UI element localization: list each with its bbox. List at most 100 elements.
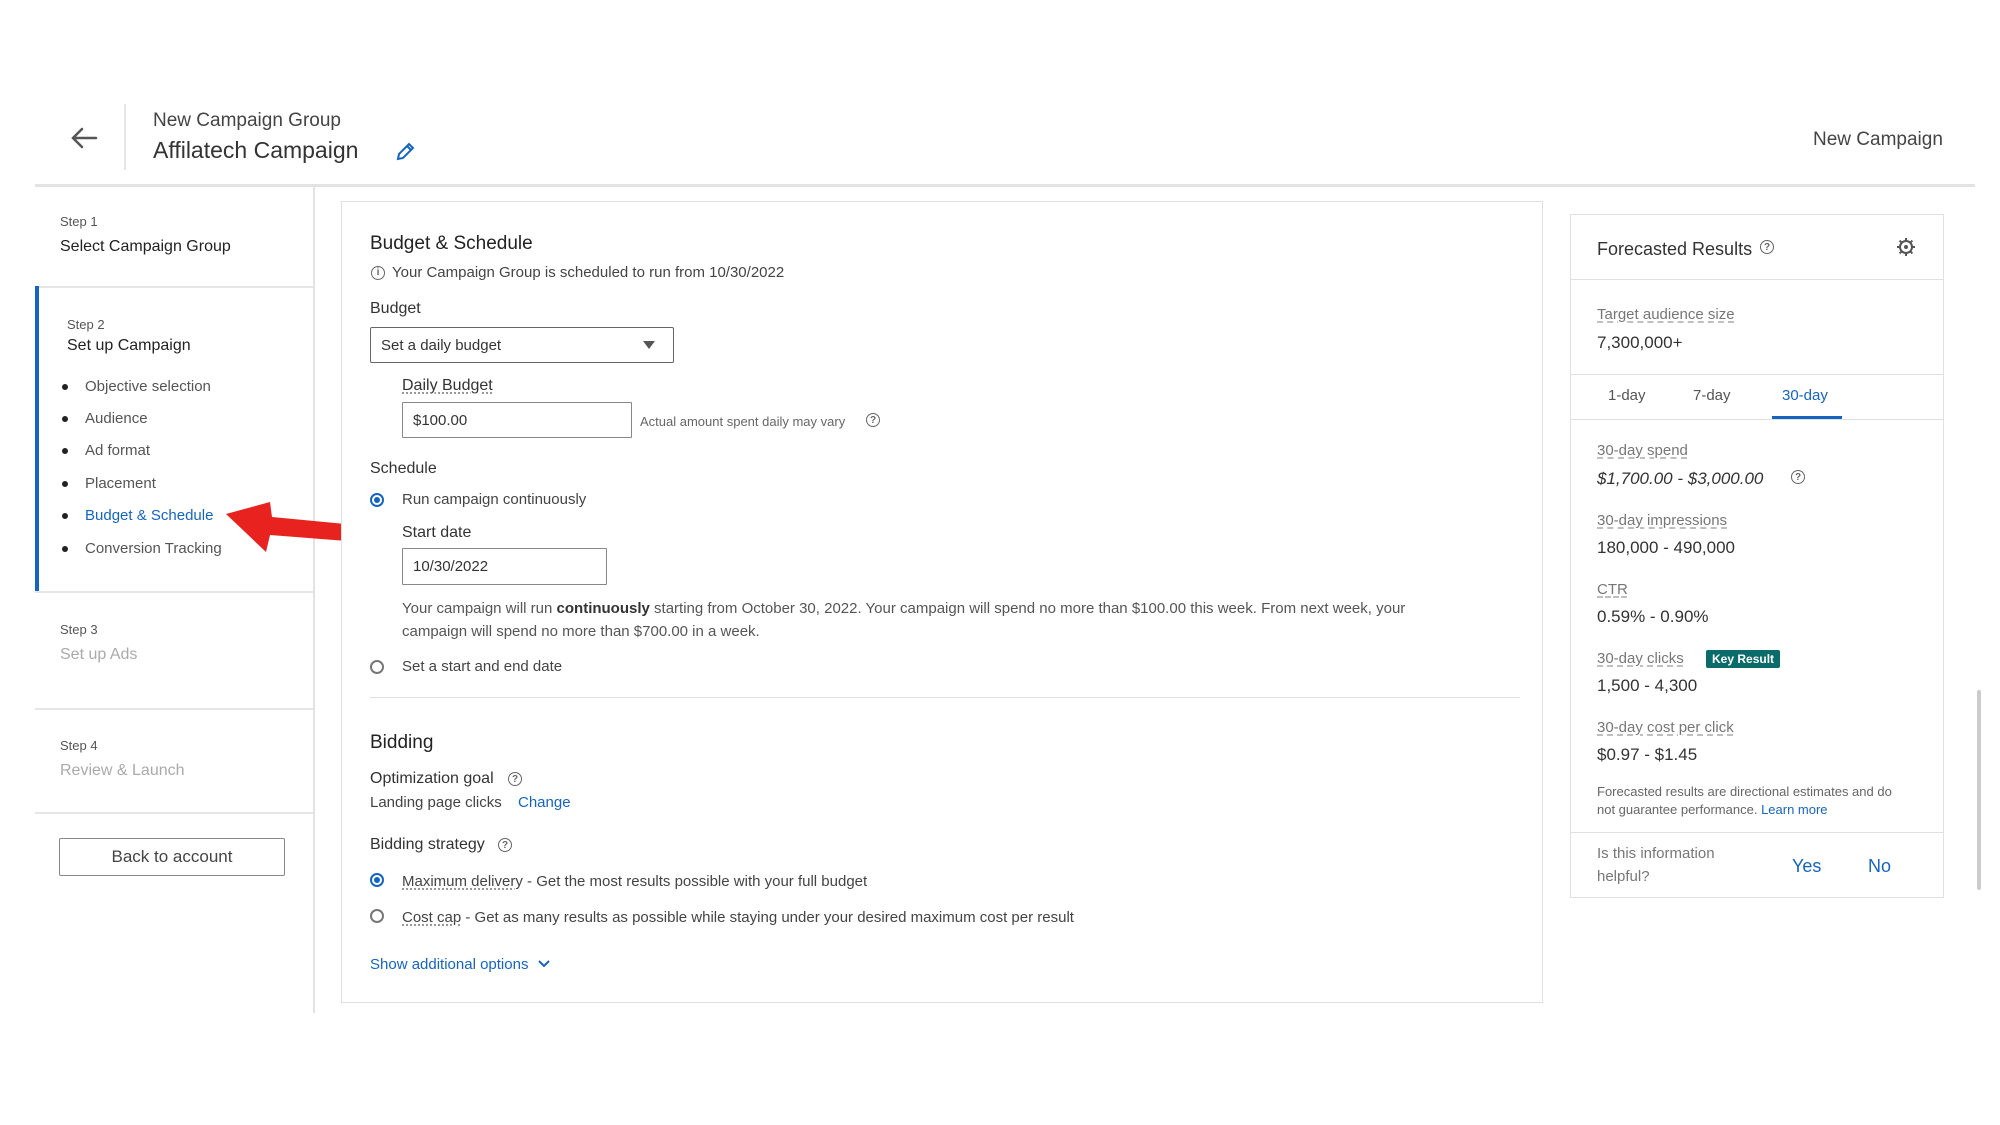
help-icon[interactable]: ? [1760,240,1774,254]
description-text: Your campaign will run [402,600,557,617]
nav-item-ad-format[interactable]: Ad format [85,442,150,459]
maximum-delivery-option[interactable]: Maximum delivery - Get the most results … [402,873,867,890]
tab-1-day[interactable]: 1-day [1608,387,1646,404]
step-1-number: Step 1 [60,214,98,229]
forecast-disclaimer-line-1: Forecasted results are directional estim… [1597,784,1892,799]
daily-budget-input[interactable] [403,403,631,437]
nav-item-conversion-tracking[interactable]: Conversion Tracking [85,540,222,557]
gear-icon[interactable] [1896,237,1916,262]
start-date-input-box[interactable] [402,548,607,585]
disclaimer-text: not guarantee performance. [1597,802,1762,817]
spend-label: 30-day spend [1597,442,1688,459]
continuously-emphasis: continuously [556,600,650,617]
bullet [62,416,68,422]
bidding-strategy-label: Bidding strategy [370,836,485,853]
info-icon: i [371,266,385,280]
description-text: starting from October 30, 2022. Your cam… [649,600,1406,617]
budget-label: Budget [370,300,421,317]
step-1-title[interactable]: Select Campaign Group [60,238,231,256]
schedule-description-line-2: campaign will spend no more than $700.00… [402,623,760,640]
bullet [62,546,68,552]
learn-more-link[interactable]: Learn more [1761,802,1827,817]
nav-divider [35,708,313,710]
helpful-yes-button[interactable]: Yes [1792,856,1821,877]
chevron-down-icon [643,341,655,349]
cost-cap-term: Cost cap [402,909,462,926]
panel-divider [1571,279,1943,280]
nav-item-placement[interactable]: Placement [85,475,156,492]
start-date-label: Start date [402,524,472,541]
edit-pencil-icon[interactable] [394,141,416,163]
maximum-delivery-desc: - Get the most results possible with you… [522,873,868,890]
start-end-date-radio[interactable] [370,660,384,674]
help-icon[interactable]: ? [866,413,880,427]
campaign-title: Affilatech Campaign [153,137,359,163]
panel-divider [1571,419,1943,420]
nav-item-objective[interactable]: Objective selection [85,378,211,395]
change-goal-link[interactable]: Change [518,794,571,811]
daily-budget-note: Actual amount spent daily may vary [640,414,846,429]
help-icon[interactable]: ? [498,838,512,852]
optimization-goal-label: Optimization goal [370,770,494,787]
campaign-group-label: New Campaign Group [153,110,341,131]
budget-type-value: Set a daily budget [381,337,502,354]
bullet [62,384,68,390]
budget-type-select[interactable]: Set a daily budget [370,327,674,363]
cost-cap-option[interactable]: Cost cap - Get as many results as possib… [402,909,1074,926]
audience-size-label: Target audience size [1597,306,1735,323]
impressions-value: 180,000 - 490,000 [1597,538,1736,557]
cost-cap-desc: - Get as many results as possible while … [461,909,1074,926]
nav-item-audience[interactable]: Audience [85,410,148,427]
back-to-account-button[interactable]: Back to account [59,838,285,876]
budget-schedule-title: Budget & Schedule [370,233,533,254]
chevron-down-icon [537,960,550,968]
run-continuously-radio[interactable] [370,493,384,507]
daily-budget-label: Daily Budget [402,377,493,394]
show-additional-options-link[interactable]: Show additional options [370,956,551,973]
new-campaign-label: New Campaign [1813,129,1943,150]
step-3-title: Set up Ads [60,646,138,663]
step-navigation [35,187,315,1013]
page-scrollbar[interactable] [1977,690,1981,890]
schedule-notice: Your Campaign Group is scheduled to run … [392,264,785,281]
help-icon[interactable]: ? [1791,470,1805,484]
run-continuously-label[interactable]: Run campaign continuously [402,491,586,508]
bidding-title: Bidding [370,732,434,753]
helpful-question-line-2: helpful? [1597,868,1650,885]
cpc-value: $0.97 - $1.45 [1597,745,1698,764]
tab-7-day[interactable]: 7-day [1693,387,1731,404]
tab-30-day[interactable]: 30-day [1782,387,1828,404]
nav-divider [35,591,313,593]
section-divider [370,697,1520,698]
header-divider [124,104,126,170]
schedule-label: Schedule [370,460,437,477]
show-additional-options-label: Show additional options [370,956,529,973]
maximum-delivery-term: Maximum delivery [402,873,523,890]
helpful-no-button[interactable]: No [1868,856,1891,877]
back-arrow-icon[interactable] [66,120,102,156]
step-2-number: Step 2 [67,317,105,332]
step-4-number: Step 4 [60,738,98,753]
nav-item-budget-schedule[interactable]: Budget & Schedule [85,507,213,524]
cost-cap-radio[interactable] [370,909,384,923]
cpc-label: 30-day cost per click [1597,719,1734,736]
optimization-goal-value: Landing page clicks [370,794,502,811]
step-3-number: Step 3 [60,622,98,637]
panel-divider [1571,832,1943,833]
forecasted-results-title: Forecasted Results [1597,239,1753,259]
bullet [62,481,68,487]
impressions-label: 30-day impressions [1597,512,1728,529]
maximum-delivery-radio[interactable] [370,873,384,887]
panel-divider [1571,374,1943,375]
start-end-date-label[interactable]: Set a start and end date [402,658,562,675]
start-date-input[interactable] [403,549,606,584]
audience-size-value: 7,300,000+ [1597,333,1683,352]
daily-budget-input-box[interactable] [402,402,632,438]
step-4-title: Review & Launch [60,762,185,779]
key-result-badge: Key Result [1706,650,1781,668]
clicks-label: 30-day clicks [1597,650,1684,667]
ctr-value: 0.59% - 0.90% [1597,607,1709,626]
help-icon[interactable]: ? [508,772,522,786]
active-step-indicator [35,286,39,591]
step-2-title[interactable]: Set up Campaign [67,337,191,355]
